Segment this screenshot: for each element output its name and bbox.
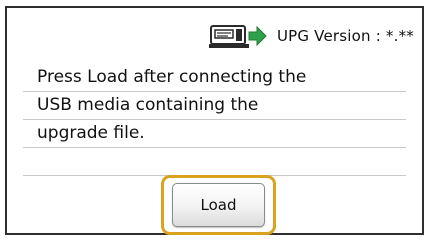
- sewing-machine-usb-icon: [208, 25, 267, 48]
- message-line-empty: [23, 148, 406, 176]
- instruction-message: Press Load after connecting the USB medi…: [23, 64, 406, 176]
- upgrade-dialog: UPG Version : *.** Press Load after conn…: [5, 6, 424, 235]
- message-line: USB media containing the: [23, 92, 406, 120]
- message-line: Press Load after connecting the: [23, 64, 406, 92]
- load-button[interactable]: Load: [172, 183, 265, 227]
- message-line: upgrade file.: [23, 120, 406, 148]
- dialog-header: UPG Version : *.**: [208, 22, 414, 50]
- upg-version-label: UPG Version : *.**: [276, 27, 414, 45]
- load-button-focus-ring: Load: [161, 175, 276, 235]
